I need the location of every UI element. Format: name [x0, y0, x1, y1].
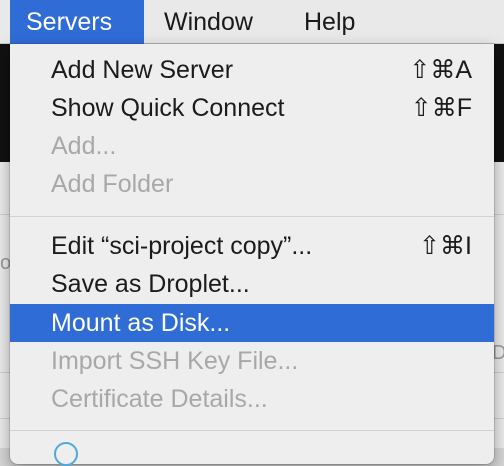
menu-item-shortcut: ⇧⌘F — [410, 94, 472, 122]
menu-servers[interactable]: Servers — [10, 0, 144, 44]
menu-item-shortcut: ⇧⌘I — [419, 232, 472, 260]
menu-item-label: Import SSH Key File... — [51, 347, 299, 375]
menu-separator — [10, 216, 494, 217]
menu-item-label: Show Quick Connect — [51, 94, 285, 122]
menu-item-mount-as-disk[interactable]: Mount as Disk... — [10, 304, 494, 342]
menu-item-label: Save as Droplet... — [51, 270, 250, 298]
menu-item-show-quick-connect[interactable]: Show Quick Connect ⇧⌘F — [10, 89, 494, 127]
menu-item-label: Certificate Details... — [51, 385, 268, 413]
menu-separator — [10, 430, 494, 431]
menu-item-add-new-server[interactable]: Add New Server ⇧⌘A — [10, 51, 494, 89]
menu-item-label: Add New Server — [51, 56, 234, 84]
menu-item-edit-server[interactable]: Edit “sci-project copy”... ⇧⌘I — [10, 227, 494, 265]
menu-item-label: Add... — [51, 132, 117, 160]
servers-dropdown-menu: Add New Server ⇧⌘A Show Quick Connect ⇧⌘… — [10, 44, 494, 466]
menu-item-add-folder: Add Folder — [10, 165, 494, 203]
menu-item-label: Edit “sci-project copy”... — [51, 232, 313, 260]
menu-item-import-ssh-key: Import SSH Key File... — [10, 342, 494, 380]
menu-item-label: Add Folder — [51, 170, 174, 198]
menu-help[interactable]: Help — [288, 0, 371, 44]
menu-item-certificate-details: Certificate Details... — [10, 380, 494, 418]
menu-item-label: Mount as Disk... — [51, 309, 231, 337]
menu-item-add: Add... — [10, 127, 494, 165]
globe-icon — [54, 442, 78, 466]
menu-item-save-as-droplet[interactable]: Save as Droplet... — [10, 265, 494, 303]
menu-window[interactable]: Window — [148, 0, 269, 44]
menu-item-shortcut: ⇧⌘A — [409, 56, 472, 84]
menu-bar: Servers Window Help — [0, 0, 504, 44]
